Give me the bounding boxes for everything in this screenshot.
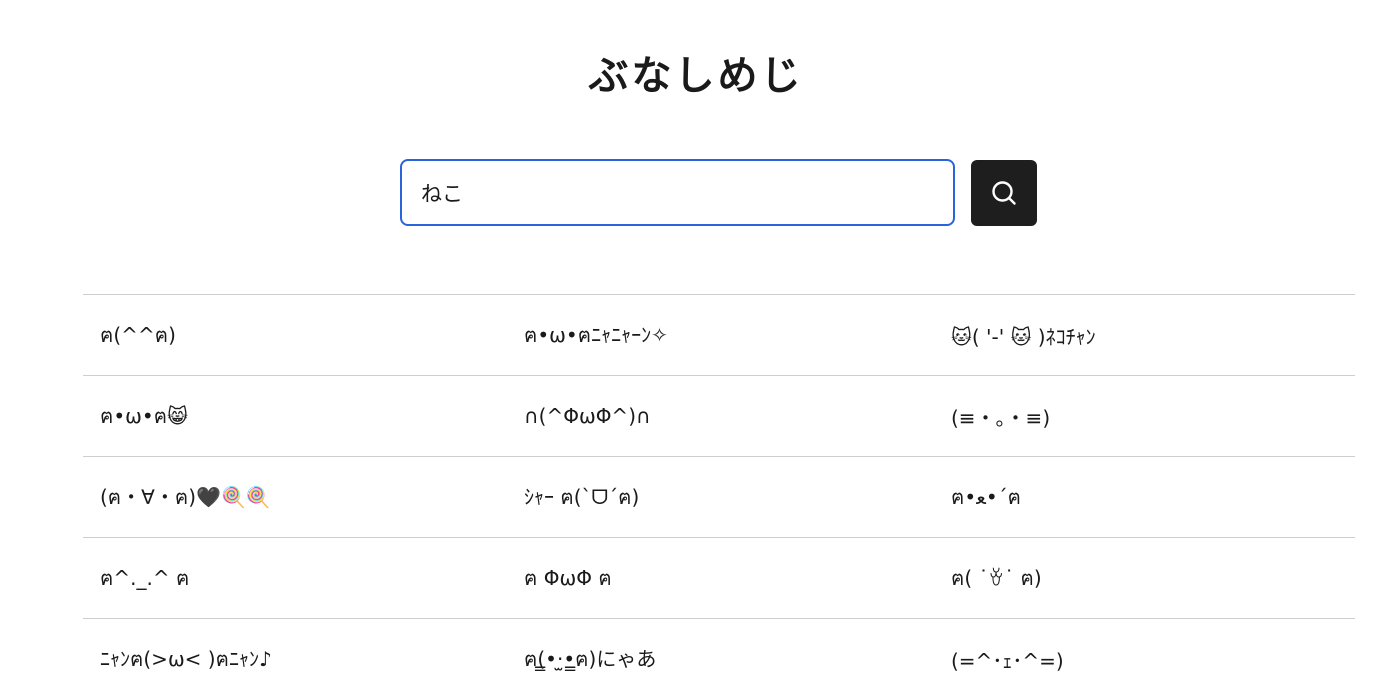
search-button[interactable] xyxy=(971,160,1037,226)
kaomoji-item[interactable]: ฅ^._.^ ฅ xyxy=(83,538,507,618)
kaomoji-item[interactable]: (=^･ｪ･^=) xyxy=(931,619,1355,699)
kaomoji-item[interactable]: ﾆｬﾝฅ(>ω< )ฅﾆｬﾝ♪ xyxy=(83,619,507,699)
result-row: (ฅ・∀・ฅ)🖤🍭🍭 ｼｬｰ ฅ(`ᗜ´ฅ) ฅ•ﻌ•´ฅ xyxy=(83,457,1355,538)
result-row: ﾆｬﾝฅ(>ω< )ฅﾆｬﾝ♪ ฅ(̳•·̫•̳ฅ)にゃあ (=^･ｪ･^=) xyxy=(83,619,1355,699)
page: ぶなしめじ ฅ(^^ฅ) ฅ•ω•ฅﾆｬﾆｬｰﾝ✧ 🐱( '-' 🐱 )ﾈｺﾁｬ… xyxy=(0,0,1392,699)
result-row: ฅ^._.^ ฅ ฅ ΦωΦ ฅ ฅ( ˙ꈊ˙ ฅ) xyxy=(83,538,1355,619)
kaomoji-item[interactable]: ฅ•ﻌ•´ฅ xyxy=(931,457,1355,537)
kaomoji-item[interactable]: ฅ•ω•ฅ😸 xyxy=(83,376,507,456)
kaomoji-item[interactable]: ฅ(̳•·̫•̳ฅ)にゃあ xyxy=(507,619,931,699)
site-title: ぶなしめじ xyxy=(588,53,804,99)
kaomoji-item[interactable]: ฅ•ω•ฅﾆｬﾆｬｰﾝ✧ xyxy=(507,295,931,375)
kaomoji-item[interactable]: ฅ( ˙ꈊ˙ ฅ) xyxy=(931,538,1355,618)
kaomoji-item[interactable]: (ฅ・∀・ฅ)🖤🍭🍭 xyxy=(83,457,507,537)
kaomoji-item[interactable]: ｼｬｰ ฅ(`ᗜ´ฅ) xyxy=(507,457,931,537)
kaomoji-item[interactable]: (≡・。・≡) xyxy=(931,376,1355,456)
result-row: ฅ(^^ฅ) ฅ•ω•ฅﾆｬﾆｬｰﾝ✧ 🐱( '-' 🐱 )ﾈｺﾁｬﾝ xyxy=(83,295,1355,376)
search-input[interactable] xyxy=(400,159,955,226)
kaomoji-item[interactable]: ฅ(^^ฅ) xyxy=(83,295,507,375)
kaomoji-item[interactable]: ∩(^ΦωΦ^)∩ xyxy=(507,376,931,456)
kaomoji-item[interactable]: 🐱( '-' 🐱 )ﾈｺﾁｬﾝ xyxy=(931,295,1355,375)
result-row: ฅ•ω•ฅ😸 ∩(^ΦωΦ^)∩ (≡・。・≡) xyxy=(83,376,1355,457)
results-list: ฅ(^^ฅ) ฅ•ω•ฅﾆｬﾆｬｰﾝ✧ 🐱( '-' 🐱 )ﾈｺﾁｬﾝ ฅ•ω•… xyxy=(83,294,1355,699)
search-icon xyxy=(992,181,1016,205)
kaomoji-item[interactable]: ฅ ΦωΦ ฅ xyxy=(507,538,931,618)
